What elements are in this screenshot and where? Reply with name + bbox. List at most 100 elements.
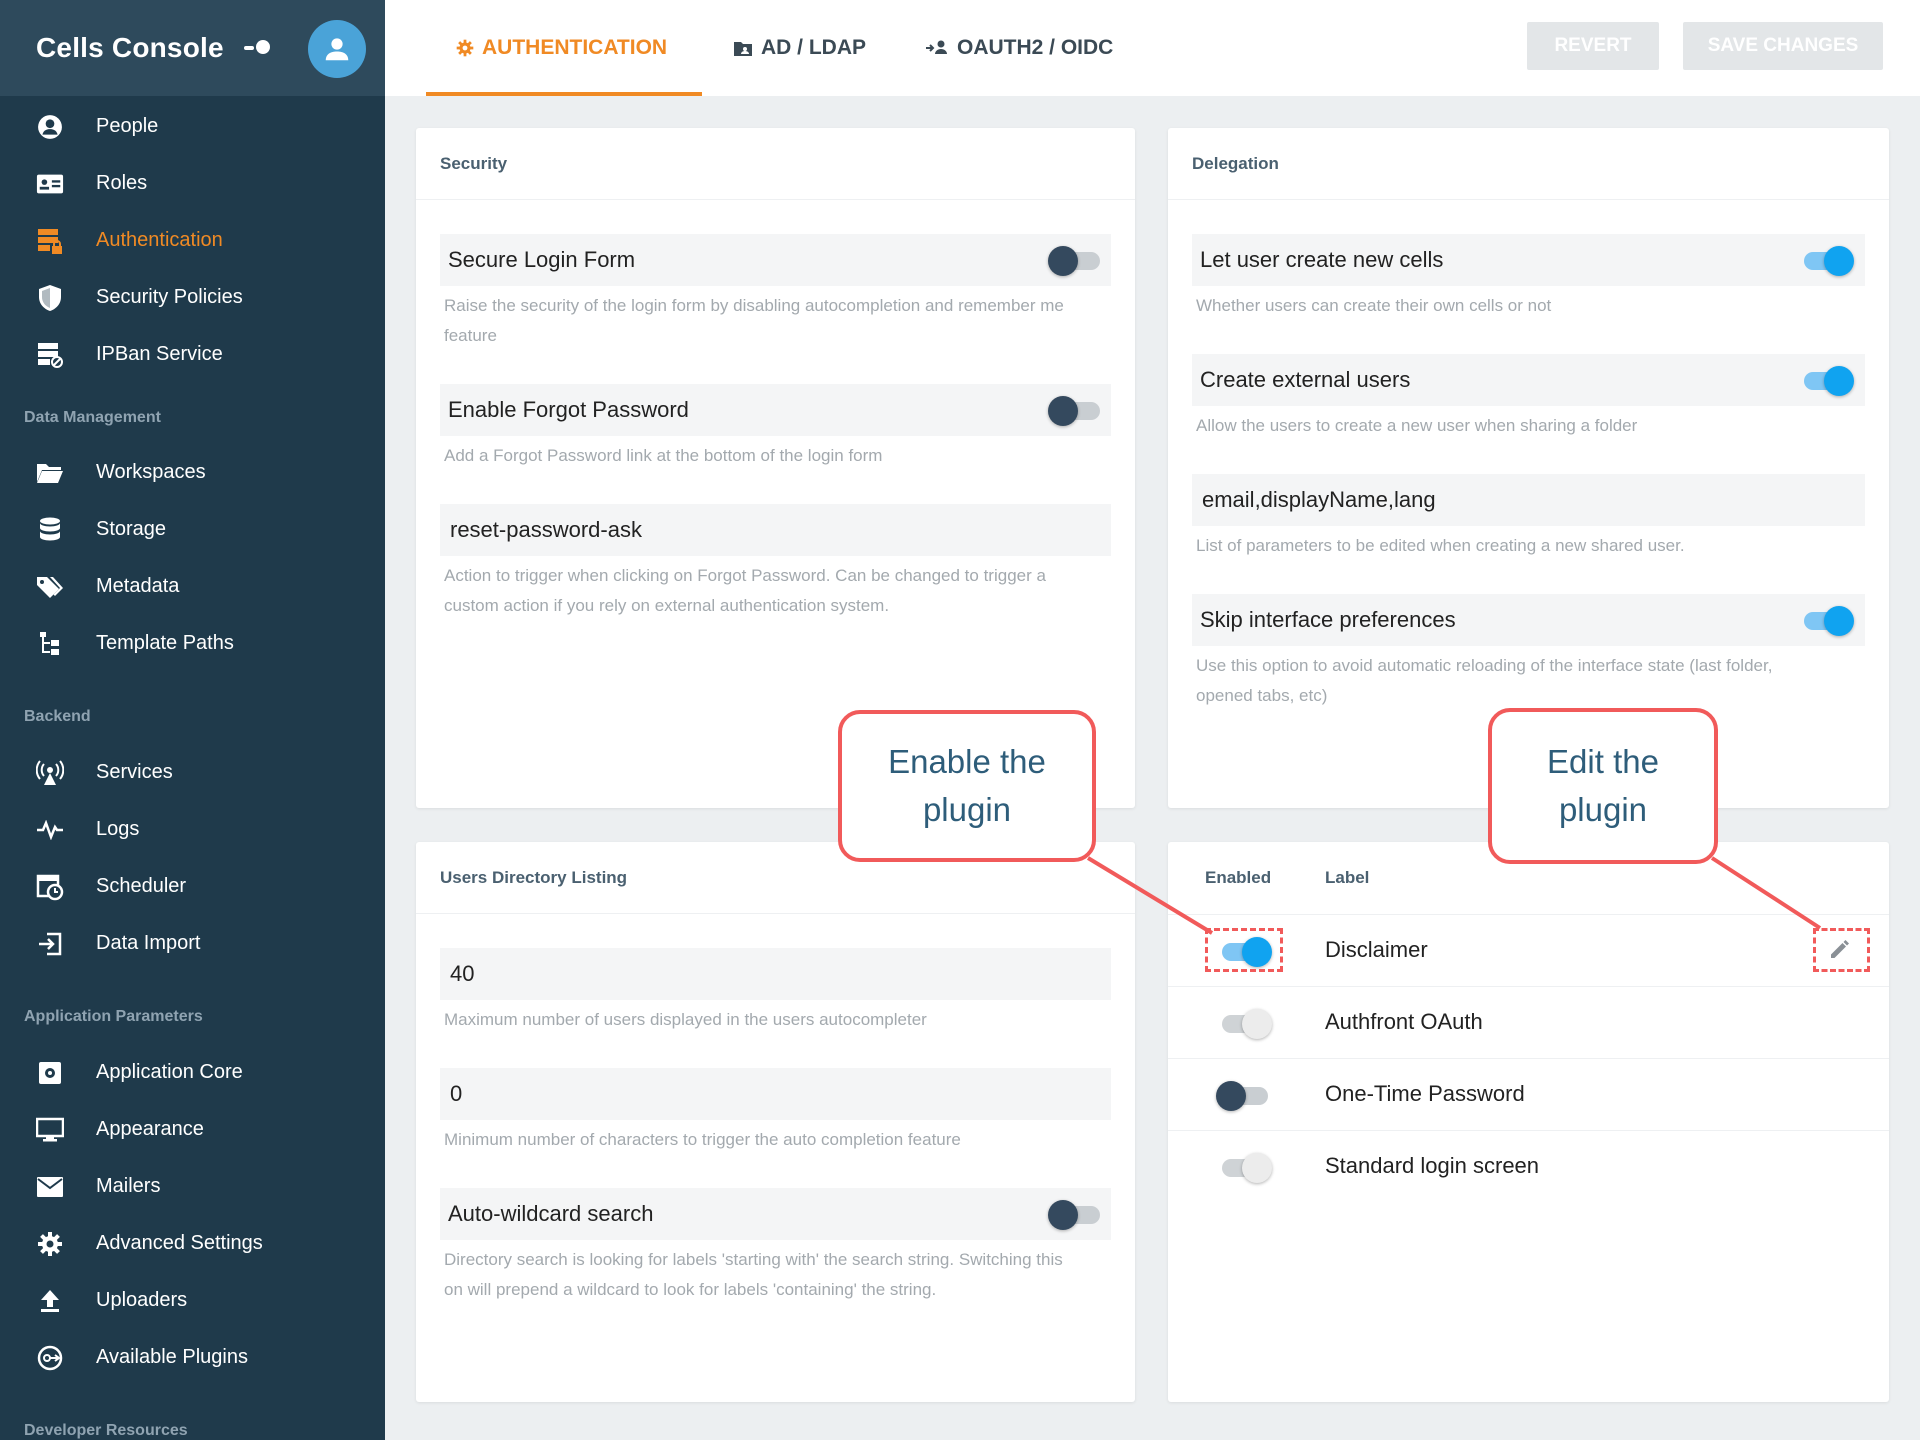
sidebar-item-template-paths[interactable]: Template Paths xyxy=(0,618,385,668)
external-users-row: Create external users xyxy=(1192,354,1865,406)
sidebar-item-label: Logs xyxy=(96,817,140,840)
database-icon xyxy=(36,516,64,544)
plugin-label: Disclaimer xyxy=(1325,937,1428,962)
sidebar-item-mailers[interactable]: Mailers xyxy=(0,1161,385,1211)
revert-button[interactable]: REVERT xyxy=(1527,22,1659,70)
upload-icon xyxy=(36,1287,64,1315)
gear-icon xyxy=(36,1230,64,1258)
plugin-label: Authfront OAuth xyxy=(1325,1009,1483,1034)
gear-icon xyxy=(456,39,474,57)
users-directory-card: Users Directory Listing 40 Maximum numbe… xyxy=(416,842,1135,1402)
sidebar-item-label: Uploaders xyxy=(96,1288,188,1311)
sidebar-item-security-policies[interactable]: Security Policies xyxy=(0,272,385,322)
sidebar-item-advanced-settings[interactable]: Advanced Settings xyxy=(0,1218,385,1268)
field-description: Directory search is looking for labels '… xyxy=(444,1250,1063,1299)
skip-preferences-row: Skip interface preferences xyxy=(1192,594,1865,646)
field-label: Secure Login Form xyxy=(448,247,636,272)
sidebar-item-workspaces[interactable]: Workspaces xyxy=(0,447,385,497)
secure-login-form-toggle[interactable] xyxy=(1046,244,1102,276)
folder-account-icon xyxy=(733,39,753,57)
table-row: Authfront OAuth xyxy=(1168,986,1889,1058)
user-icon xyxy=(325,38,349,61)
sidebar: Cells Console People Roles Authenticatio… xyxy=(0,0,385,1440)
sidebar-item-data-import[interactable]: Data Import xyxy=(0,918,385,968)
sidebar-item-people[interactable]: People xyxy=(0,101,385,151)
sidebar-item-roles[interactable]: Roles xyxy=(0,158,385,208)
section-data-management: Data Management xyxy=(24,409,161,426)
plugin-enabled-toggle[interactable] xyxy=(1216,1007,1272,1039)
field-description: Raise the security of the login form by … xyxy=(444,296,1064,345)
sidebar-item-label: Mailers xyxy=(96,1174,161,1197)
account-network-icon xyxy=(925,39,949,57)
card-title: Security xyxy=(416,128,1135,200)
sidebar-item-ipban-service[interactable]: IPBan Service xyxy=(0,329,385,379)
broadcast-icon xyxy=(36,759,64,787)
sidebar-item-label: Available Plugins xyxy=(96,1345,248,1368)
calendar-clock-icon xyxy=(36,873,64,901)
sidebar-item-authentication[interactable]: Authentication xyxy=(0,215,385,265)
max-users-input[interactable]: 40 xyxy=(440,948,1111,1000)
sidebar-item-label: Security Policies xyxy=(96,285,243,308)
plugin-icon xyxy=(36,1344,64,1372)
field-description: Action to trigger when clicking on Forgo… xyxy=(444,566,1046,615)
folder-open-icon xyxy=(36,459,64,487)
person-circle-icon xyxy=(36,113,64,141)
create-cells-toggle[interactable] xyxy=(1798,244,1854,276)
save-changes-button[interactable]: SAVE CHANGES xyxy=(1683,22,1883,70)
sidebar-item-label: Application Core xyxy=(96,1060,243,1083)
tab-label: OAUTH2 / OIDC xyxy=(957,36,1114,59)
field-label: Create external users xyxy=(1200,367,1411,392)
import-icon xyxy=(36,930,64,958)
field-description: List of parameters to be edited when cre… xyxy=(1196,536,1685,555)
forgot-password-action-input[interactable]: reset-password-ask xyxy=(440,504,1111,556)
highlight-enable-toggle xyxy=(1205,928,1283,972)
table-row: Standard login screen xyxy=(1168,1130,1889,1202)
input-value: email,displayName,lang xyxy=(1202,487,1436,512)
shared-user-params-input[interactable]: email,displayName,lang xyxy=(1192,474,1865,526)
file-tree-icon xyxy=(36,630,64,658)
sidebar-item-label: Services xyxy=(96,760,173,783)
tab-label: AUTHENTICATION xyxy=(482,36,668,59)
tab-label: AD / LDAP xyxy=(761,36,866,59)
sidebar-item-label: Scheduler xyxy=(96,874,187,897)
tab-oauth2-oidc[interactable]: OAUTH2 / OIDC xyxy=(925,0,1113,96)
sidebar-item-label: Advanced Settings xyxy=(96,1231,263,1254)
sidebar-item-metadata[interactable]: Metadata xyxy=(0,561,385,611)
sidebar-item-application-core[interactable]: Application Core xyxy=(0,1047,385,1097)
input-value: 0 xyxy=(450,1081,463,1106)
field-description: Minimum number of characters to trigger … xyxy=(444,1130,961,1149)
min-chars-input[interactable]: 0 xyxy=(440,1068,1111,1120)
skip-preferences-toggle[interactable] xyxy=(1798,604,1854,636)
callout-enable-plugin: Enable the plugin xyxy=(838,710,1096,862)
collapse-toggle-icon[interactable] xyxy=(244,40,272,56)
pulse-icon xyxy=(36,816,64,844)
sidebar-item-label: Storage xyxy=(96,517,167,540)
sidebar-item-label: Template Paths xyxy=(96,631,234,654)
forgot-password-toggle[interactable] xyxy=(1046,394,1102,426)
section-application-parameters: Application Parameters xyxy=(24,1008,203,1025)
table-row: One-Time Password xyxy=(1168,1058,1889,1130)
section-backend: Backend xyxy=(24,708,91,725)
chip-icon xyxy=(36,1059,64,1087)
plugin-enabled-toggle[interactable] xyxy=(1214,1079,1270,1111)
field-label: Auto-wildcard search xyxy=(448,1201,654,1226)
external-users-toggle[interactable] xyxy=(1798,364,1854,396)
server-lock-icon xyxy=(36,227,64,255)
field-label: Let user create new cells xyxy=(1200,247,1444,272)
sidebar-item-storage[interactable]: Storage xyxy=(0,504,385,554)
plugin-label: One-Time Password xyxy=(1325,1081,1525,1106)
plugin-enabled-toggle[interactable] xyxy=(1216,1151,1272,1183)
mail-icon xyxy=(36,1173,64,1201)
sidebar-item-available-plugins[interactable]: Available Plugins xyxy=(0,1332,385,1382)
sidebar-item-uploaders[interactable]: Uploaders xyxy=(0,1275,385,1325)
avatar[interactable] xyxy=(308,20,366,78)
auto-wildcard-toggle[interactable] xyxy=(1046,1198,1102,1230)
sidebar-item-scheduler[interactable]: Scheduler xyxy=(0,861,385,911)
sidebar-item-appearance[interactable]: Appearance xyxy=(0,1104,385,1154)
forgot-password-row: Enable Forgot Password xyxy=(440,384,1111,436)
sidebar-item-services[interactable]: Services xyxy=(0,747,385,797)
sidebar-item-logs[interactable]: Logs xyxy=(0,804,385,854)
tab-ad-ldap[interactable]: AD / LDAP xyxy=(733,0,866,96)
tab-authentication[interactable]: AUTHENTICATION xyxy=(456,0,667,96)
top-tab-bar: AUTHENTICATION AD / LDAP OAUTH2 / OIDC R… xyxy=(385,0,1920,96)
